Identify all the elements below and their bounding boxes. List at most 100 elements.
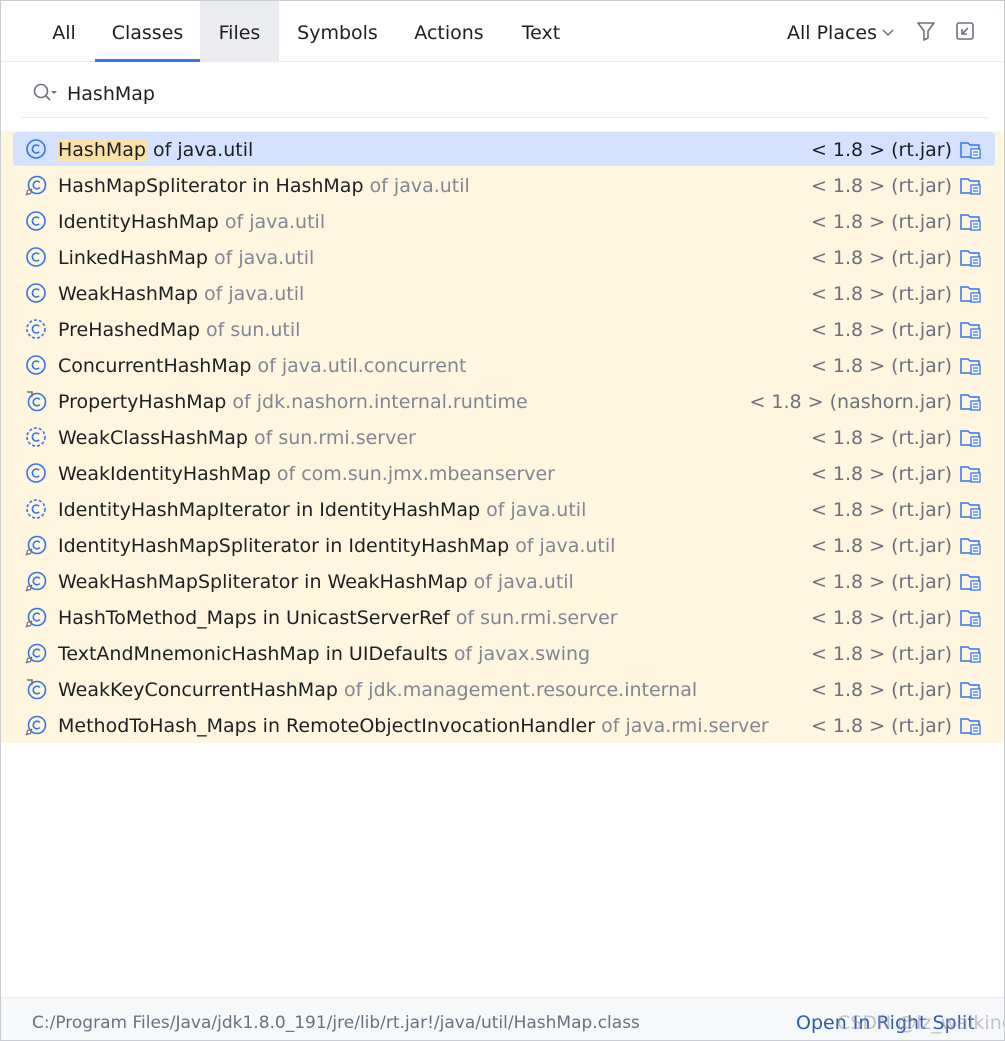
class-name: WeakHashMapSpliterator	[58, 571, 299, 593]
result-name: MethodToHash_Maps in RemoteObjectInvocat…	[58, 707, 769, 743]
result-name: PropertyHashMap of jdk.nashorn.internal.…	[58, 383, 528, 419]
nested-class-icon	[25, 175, 47, 196]
result-row[interactable]: HashMap of java.util < 1.8 > (rt.jar)	[1, 131, 1004, 167]
library-location: < 1.8 > (rt.jar)	[810, 427, 952, 449]
watermark: CSDN @lz_walking	[837, 1012, 1005, 1034]
class-name: TextAndMnemonicHashMap	[58, 643, 320, 665]
jar-library-icon	[960, 142, 981, 159]
result-name: ConcurrentHashMap of java.util.concurren…	[58, 347, 466, 383]
result-row[interactable]: WeakHashMap of java.util < 1.8 > (rt.jar)	[1, 275, 1004, 311]
class-icon	[26, 355, 46, 375]
package-context: of javax.swing	[453, 643, 591, 665]
jar-library-icon	[960, 322, 981, 339]
result-row[interactable]: HashMapSpliterator in HashMap of java.ut…	[1, 167, 1004, 203]
package-context: of com.sun.jmx.mbeanserver	[276, 463, 555, 485]
result-row[interactable]: WeakIdentityHashMap of com.sun.jmx.mbean…	[1, 455, 1004, 491]
tab-text[interactable]: Text	[510, 1, 572, 61]
tab-classes[interactable]: Classes	[95, 1, 200, 62]
status-bar: C:/Program Files/Java/jdk1.8.0_191/jre/l…	[1, 997, 1005, 1040]
tab-all[interactable]: All	[39, 1, 89, 61]
result-row[interactable]: TextAndMnemonicHashMap in UIDefaults of …	[1, 635, 1004, 671]
class-name: MethodToHash_Maps	[58, 715, 257, 737]
open-in-tool-window-icon[interactable]	[953, 19, 977, 43]
result-row[interactable]: WeakKeyConcurrentHashMap of jdk.manageme…	[1, 671, 1004, 707]
result-row[interactable]: IdentityHashMapIterator in IdentityHashM…	[1, 491, 1004, 527]
abstract-class-icon	[26, 319, 46, 339]
jar-library-icon	[960, 718, 981, 735]
result-row[interactable]: LinkedHashMap of java.util < 1.8 > (rt.ja…	[1, 239, 1004, 275]
tab-symbols[interactable]: Symbols	[285, 1, 390, 61]
result-name: HashMap of java.util	[57, 131, 254, 167]
class-icon	[26, 283, 46, 303]
tab-actions[interactable]: Actions	[401, 1, 497, 61]
class-name: IdentityHashMapSpliterator	[58, 535, 319, 557]
jar-library-icon	[960, 178, 981, 195]
package-context: of jdk.nashorn.internal.runtime	[232, 391, 528, 413]
package-context: of java.util	[204, 283, 305, 305]
result-row[interactable]: WeakHashMapSpliterator in WeakHashMap of…	[1, 563, 1004, 599]
result-name: TextAndMnemonicHashMap in UIDefaults of …	[58, 635, 590, 671]
result-row[interactable]: HashToMethod_Maps in UnicastServerRef of…	[1, 599, 1004, 635]
search-input[interactable]	[67, 77, 967, 111]
jar-library-icon	[960, 466, 981, 483]
nested-class-icon	[25, 607, 47, 628]
scope-dropdown[interactable]: All Places	[787, 1, 894, 65]
abstract-class-icon	[26, 427, 46, 447]
package-context: of sun.rmi.server	[455, 607, 618, 629]
nested-class-icon	[25, 715, 47, 736]
outer-class: in IdentityHashMap	[318, 535, 510, 557]
result-row[interactable]: IdentityHashMap of java.util < 1.8 > (rt.…	[1, 203, 1004, 239]
outer-class: in UnicastServerRef	[256, 607, 450, 629]
library-location: < 1.8 > (rt.jar)	[810, 643, 952, 665]
class-name: PropertyHashMap	[58, 391, 227, 413]
class-name: IdentityHashMapIterator	[58, 499, 290, 521]
package-context: of java.util	[369, 175, 470, 197]
tab-files[interactable]: Files	[200, 1, 279, 61]
class-name: IdentityHashMap	[58, 211, 219, 233]
outer-class: in WeakHashMap	[298, 571, 468, 593]
library-location: < 1.8 > (rt.jar)	[810, 607, 952, 629]
results-list: HashMap of java.util < 1.8 > (rt.jar) Hash…	[1, 131, 1004, 743]
outer-class: in IdentityHashMap	[289, 499, 481, 521]
search-bar	[21, 71, 989, 118]
abstract-class-icon	[26, 499, 46, 519]
tab-bar: All Classes Files Symbols Actions Text A…	[1, 1, 1004, 62]
result-row[interactable]: PreHashedMap of sun.util < 1.8 > (rt.jar)	[1, 311, 1004, 347]
chevron-down-icon	[882, 29, 894, 37]
result-row[interactable]: PropertyHashMap of jdk.nashorn.internal.…	[1, 383, 1004, 419]
file-path: C:/Program Files/Java/jdk1.8.0_191/jre/l…	[32, 1013, 640, 1033]
jar-library-icon	[960, 646, 981, 663]
search-icon[interactable]	[31, 81, 59, 105]
result-row[interactable]: WeakClassHashMap of sun.rmi.server < 1.8 …	[1, 419, 1004, 455]
result-row[interactable]: IdentityHashMapSpliterator in IdentityHa…	[1, 527, 1004, 563]
package-context: of sun.util	[205, 319, 301, 341]
scope-label: All Places	[787, 22, 878, 44]
result-name: WeakKeyConcurrentHashMap of jdk.manageme…	[58, 671, 697, 707]
class-name: PreHashedMap	[58, 319, 200, 341]
class-icon	[26, 247, 46, 267]
class-name: ConcurrentHashMap	[58, 355, 252, 377]
class-name: HashToMethod_Maps	[58, 607, 257, 629]
class-icon	[26, 211, 46, 231]
library-location: < 1.8 > (rt.jar)	[810, 715, 952, 737]
library-location: < 1.8 > (rt.jar)	[810, 355, 952, 377]
result-name: HashToMethod_Maps in UnicastServerRef of…	[58, 599, 618, 635]
result-name: WeakClassHashMap of sun.rmi.server	[58, 419, 416, 455]
result-name: WeakHashMapSpliterator in WeakHashMap of…	[58, 563, 574, 599]
nested-class-icon	[25, 643, 47, 664]
result-row[interactable]: MethodToHash_Maps in RemoteObjectInvocat…	[1, 707, 1004, 743]
outer-class: in HashMap	[246, 175, 364, 197]
package-context: of java.util	[153, 139, 254, 161]
library-location: < 1.8 > (rt.jar)	[810, 283, 952, 305]
filter-icon[interactable]	[914, 19, 938, 43]
result-row[interactable]: ConcurrentHashMap of java.util.concurren…	[1, 347, 1004, 383]
jar-library-icon	[960, 286, 981, 303]
jar-library-icon	[960, 574, 981, 591]
jar-library-icon	[960, 214, 981, 231]
class-name: WeakHashMap	[58, 283, 198, 305]
nested-class-icon	[25, 535, 47, 556]
package-context: of java.util	[473, 571, 574, 593]
outer-class: in RemoteObjectInvocationHandler	[256, 715, 596, 737]
library-location: < 1.8 > (rt.jar)	[810, 175, 952, 197]
library-location: < 1.8 > (rt.jar)	[810, 247, 952, 269]
